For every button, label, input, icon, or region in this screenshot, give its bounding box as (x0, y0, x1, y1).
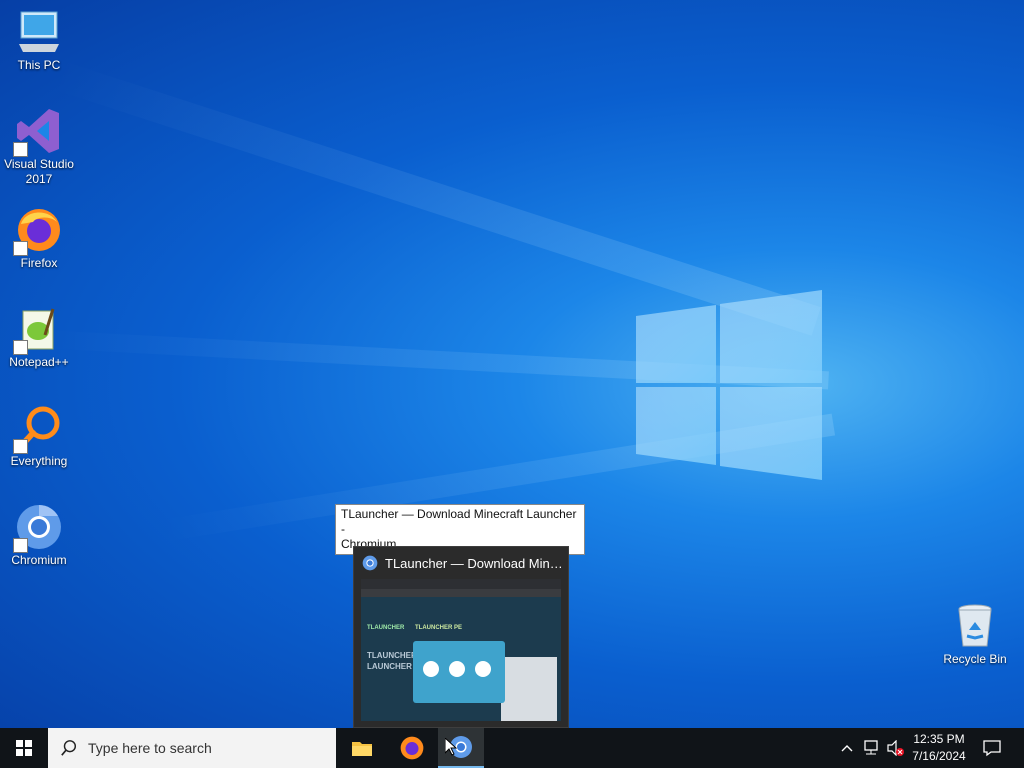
icon-label: Chromium (11, 553, 67, 567)
desktop-icon-firefox[interactable]: Firefox (0, 206, 78, 271)
tooltip-line-1: TLauncher — Download Minecraft Launcher … (341, 507, 577, 536)
mouse-cursor-icon (445, 738, 457, 756)
thumb-hero-line1: TLAUNCHER (367, 651, 417, 660)
tray-chevron-button[interactable] (838, 728, 856, 768)
search-box[interactable]: Type here to search (48, 728, 336, 768)
desktop-icon-notepadpp[interactable]: Notepad++ (0, 305, 78, 370)
network-icon (864, 740, 878, 755)
icon-label: Notepad++ (9, 355, 69, 369)
desktop-icon-visual-studio[interactable]: Visual Studio 2017 (0, 107, 78, 187)
thumb-hero-line2: LAUNCHER (367, 662, 412, 671)
desktop: This PC Visual Studio 2017 Firefox Notep… (0, 0, 1024, 728)
clock-time: 12:35 PM (913, 732, 965, 746)
chevron-up-icon (841, 745, 853, 752)
icon-label: Recycle Bin (943, 652, 1007, 666)
thumb-modal (413, 641, 505, 703)
firefox-icon (400, 736, 424, 760)
action-center-icon (983, 740, 1001, 757)
icon-label: Everything (10, 454, 68, 468)
folder-icon (352, 742, 372, 756)
search-icon (61, 740, 77, 756)
desktop-icon-chromium[interactable]: Chromium (0, 503, 78, 568)
preview-thumbnail: TLAUNCHER TLAUNCHER PE TLAUNCHER LAUNCHE… (361, 579, 561, 721)
window-thumbnail-preview[interactable]: TLauncher — Download Minecr... TLAUNCHER… (353, 546, 569, 728)
taskbar-app-firefox[interactable] (390, 728, 434, 768)
thumb-tab-pe: TLAUNCHER PE (415, 625, 463, 631)
tray-clock[interactable]: 12:35 PM 7/16/2024 (900, 731, 978, 765)
preview-title: TLauncher — Download Minecr... (385, 555, 563, 571)
windows-logo-wallpaper (636, 290, 822, 480)
start-button[interactable] (0, 728, 48, 768)
chromium-icon (362, 555, 378, 571)
icon-label: This PC (17, 58, 61, 72)
search-placeholder: Type here to search (88, 740, 212, 756)
icon-label: Firefox (20, 256, 58, 270)
recycle-bin-icon (958, 604, 992, 647)
taskbar: Type here to search 12:35 PM 7/16/2024 (0, 728, 1024, 768)
computer-icon (19, 11, 59, 52)
clock-date: 7/16/2024 (912, 749, 966, 763)
thumb-brand: TLAUNCHER (367, 625, 405, 631)
taskbar-app-file-explorer[interactable] (340, 728, 384, 768)
icon-label: Visual Studio 2017 (4, 157, 74, 186)
windows-start-icon (16, 740, 32, 756)
action-center-button[interactable] (980, 728, 1004, 768)
desktop-icon-recycle-bin[interactable]: Recycle Bin (936, 602, 1014, 667)
desktop-icon-this-pc[interactable]: This PC (0, 8, 78, 73)
desktop-icon-everything[interactable]: Everything (0, 404, 78, 469)
tray-network-button[interactable] (860, 728, 882, 768)
